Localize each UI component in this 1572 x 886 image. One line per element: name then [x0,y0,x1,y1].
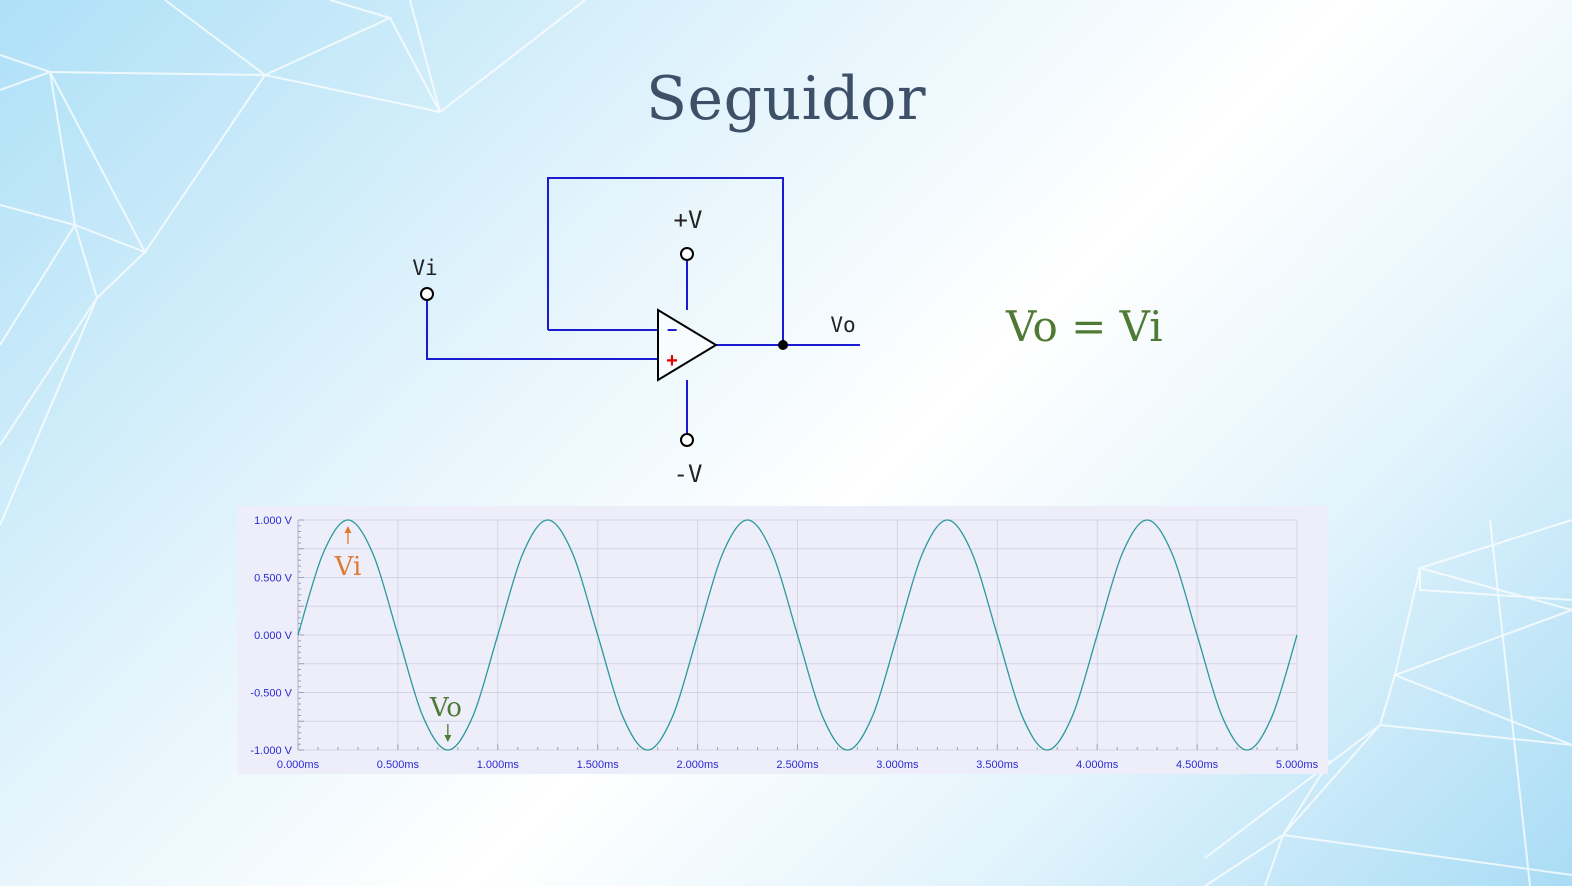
vplus-label: +V [674,206,703,234]
x-tick-label: 4.500ms [1176,759,1219,771]
x-tick-label: 0.500ms [377,759,420,771]
y-tick-label: -1.000 V [250,745,292,757]
vi-terminal [420,287,434,301]
x-tick-label: 1.500ms [577,759,620,771]
x-tick-label: 0.000ms [277,759,320,771]
x-tick-label: 3.000ms [876,759,919,771]
vo-label: Vo [830,313,855,337]
y-tick-label: 1.000 V [254,515,293,527]
output-junction-dot [778,340,788,350]
y-tick-label: 0.500 V [254,573,293,585]
oscilloscope-chart: 1.000 V 0.500 V 0.000 V -0.500 V -1.000 V 0.… [238,506,1328,774]
y-tick-label: -0.500 V [250,688,292,700]
y-tick-label: 0.000 V [254,630,293,642]
x-tick-label: 2.500ms [776,759,819,771]
circuit-wires [426,177,860,434]
slide-title: Seguidor [645,64,927,134]
vminus-label: -V [674,460,703,488]
x-tick-label: 1.000ms [477,759,520,771]
vminus-terminal [680,433,694,447]
voltage-follower-circuit: Vi Vo +V -V − + [412,177,860,488]
x-tick-label: 5.000ms [1276,759,1319,771]
chart-background [238,506,1328,774]
equation: Vo = Vi [1006,302,1163,351]
vi-label: Vi [412,256,437,280]
inverting-input-sign: − [667,320,678,340]
noninverting-input-sign: + [666,350,678,372]
x-tick-label: 4.000ms [1076,759,1119,771]
vplus-terminal [680,247,694,261]
vo-annotation-label: Vo [429,693,462,723]
x-tick-label: 2.000ms [676,759,719,771]
x-tick-label: 3.500ms [976,759,1019,771]
vi-annotation-label: Vi [334,552,362,582]
